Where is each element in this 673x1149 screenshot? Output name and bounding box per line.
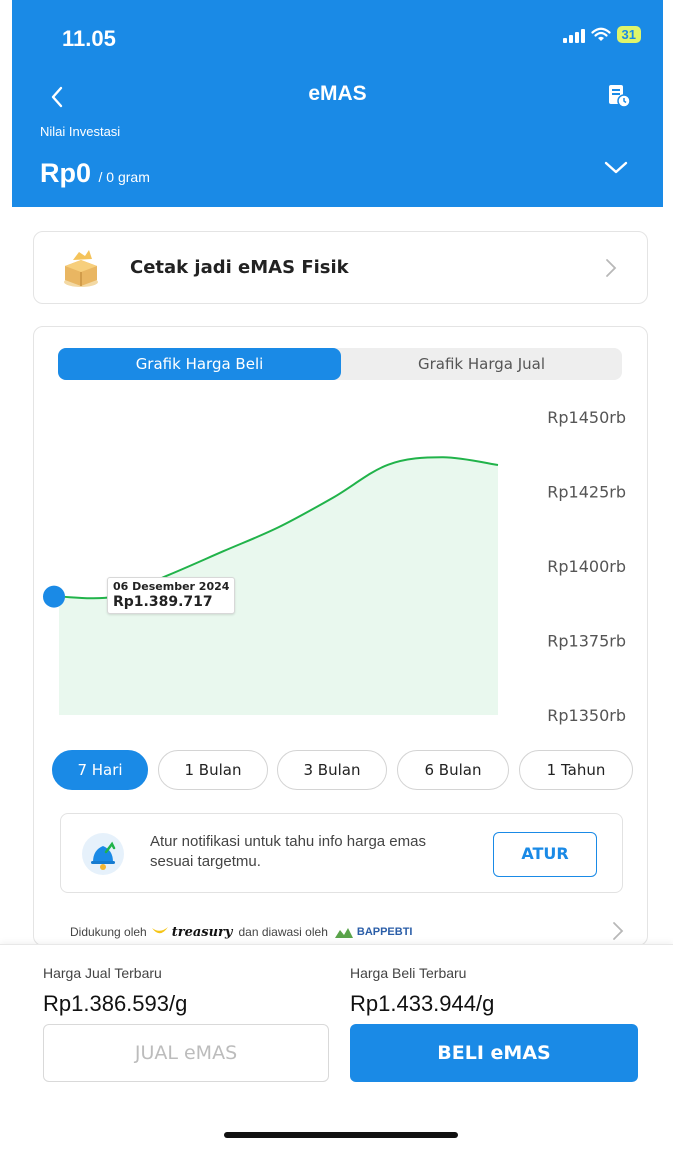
battery-indicator: 31 [616,26,641,43]
chevron-down-icon [604,161,628,174]
supported-by-row[interactable]: Didukung oleh treasury dan diawasi oleh … [70,921,630,943]
sell-gold-button[interactable]: JUAL eMAS [43,1024,329,1082]
chevron-right-icon [606,259,617,277]
investment-gram: / 0 gram [98,169,150,185]
transaction-history-button[interactable] [605,82,633,110]
tooltip-date: 06 Desember 2024 [113,580,230,593]
print-physical-gold-card[interactable]: Cetak jadi eMAS Fisik [33,231,648,304]
treasury-name: treasury [171,924,233,940]
chart-point-marker[interactable] [43,585,65,608]
price-chart-card: Grafik Harga Beli Grafik Harga Jual Rp14… [33,326,648,946]
investment-value: Rp0 / 0 gram [40,158,150,189]
receipt-clock-icon [609,85,631,108]
y-tick-label: Rp1425rb [547,483,626,502]
chart-tab-group: Grafik Harga Beli Grafik Harga Jual [58,348,622,380]
range-3-months[interactable]: 3 Bulan [277,750,387,790]
y-axis: Rp1450rb Rp1425rb Rp1400rb Rp1375rb Rp1350rb [547,408,626,725]
chart-tooltip: 06 Desember 2024 Rp1.389.717 [107,577,236,614]
notification-text: Atur notifikasi untuk tahu info harga em… [150,833,426,870]
time-range-selector: 7 Hari 1 Bulan 3 Bulan 6 Bulan 1 Tahun [52,750,637,790]
signal-icon [562,27,585,43]
range-7-days[interactable]: 7 Hari [52,750,148,790]
range-1-month[interactable]: 1 Bulan [158,750,268,790]
bell-icon [82,833,124,875]
y-tick-label: Rp1350rb [547,706,626,725]
latest-sell-price-label: Harga Jual Terbaru [43,965,162,981]
supported-by-label: Didukung oleh [70,925,147,939]
status-icons: 31 [562,26,641,43]
y-tick-label: Rp1375rb [547,632,626,651]
price-chart: Rp1450rb Rp1425rb Rp1400rb Rp1375rb Rp1350rb [43,408,626,725]
print-physical-gold-label: Cetak jadi eMAS Fisik [130,257,349,278]
bappebti-logo: BAPPEBTI [334,925,413,939]
bappebti-mark-icon [334,928,353,938]
chevron-right-icon [613,922,624,940]
trade-panel: Harga Jual Terbaru Rp1.386.593/g Harga B… [0,944,673,1149]
latest-buy-price-label: Harga Beli Terbaru [350,965,467,981]
investment-label: Nilai Investasi [40,124,121,139]
app-header: 11.05 31 eMAS Nilai Investasi Rp0 / 0 gr… [12,0,663,207]
treasury-mark-icon [151,927,168,934]
supervised-by-label: dan diawasi oleh [238,925,328,939]
tab-sell-price-chart[interactable]: Grafik Harga Jual [341,348,622,380]
tab-buy-price-chart[interactable]: Grafik Harga Beli [58,348,341,380]
latest-sell-price-value: Rp1.386.593/g [43,991,188,1016]
latest-buy-price-value: Rp1.433.944/g [350,991,495,1016]
wifi-icon [590,27,611,41]
range-6-months[interactable]: 6 Bulan [397,750,509,790]
range-1-year[interactable]: 1 Tahun [519,750,633,790]
bappebti-name: BAPPEBTI [356,926,413,938]
y-tick-label: Rp1450rb [547,408,626,427]
investment-amount: Rp0 [40,158,92,188]
expand-investment-button[interactable] [603,160,633,184]
status-time: 11.05 [62,26,116,51]
price-notification-box: Atur notifikasi untuk tahu info harga em… [60,813,623,893]
y-tick-label: Rp1400rb [547,557,626,576]
page-title: eMAS [308,82,367,105]
treasury-logo: treasury [151,924,233,940]
buy-gold-button[interactable]: BELI eMAS [350,1024,638,1082]
tooltip-value: Rp1.389.717 [113,594,213,610]
set-notification-button[interactable]: ATUR [493,832,597,877]
home-indicator [224,1132,458,1138]
gold-box-icon [64,250,98,287]
